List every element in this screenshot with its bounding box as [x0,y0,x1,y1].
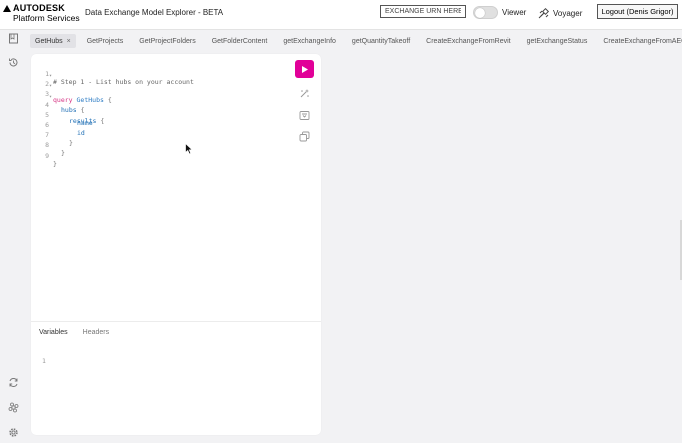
mouse-pointer-icon [185,143,193,155]
operation-tabs: GetHubs × GetProjects GetProjectFolders G… [26,30,682,52]
voyager-label: Voyager [553,8,583,18]
code-line: 8 } [31,133,291,157]
merge-fragments-icon[interactable] [299,110,310,121]
code-line: 6 id [31,113,291,137]
tab-label: GetHubs [35,37,63,45]
tab-getexchangeinfo[interactable]: getExchangeInfo [278,34,341,48]
app-title: Data Exchange Model Explorer - BETA [85,8,224,17]
exchange-urn-input[interactable] [380,5,466,18]
tab-variables[interactable]: Variables [39,329,68,336]
prettify-icon[interactable] [299,88,310,99]
fold-arrow-icon[interactable]: ▾ [49,73,52,79]
code-line: 7 } [31,123,291,147]
toggle-knob [475,8,485,18]
tab-headers[interactable]: Headers [83,329,109,336]
app-header: AUTODESK Platform Services Data Exchange… [0,0,682,30]
code-line: 9 } [31,144,291,168]
tab-getquantitytakeoff[interactable]: getQuantityTakeoff [347,34,415,48]
tab-getexchangestatus[interactable]: getExchangeStatus [522,34,593,48]
refetch-icon[interactable] [7,376,19,388]
tab-createexchangefromrevit[interactable]: CreateExchangeFromRevit [421,34,515,48]
autodesk-logo-icon [3,5,11,12]
code-line: 4 ▾ results { [31,93,291,125]
viewer-toggle[interactable] [473,6,498,19]
variables-headers-tabs: Variables Headers [39,329,124,336]
fold-arrow-icon[interactable]: ▾ [49,94,52,100]
code-line: 2 ▾ query GetHubs { [31,72,291,104]
copy-icon[interactable] [299,131,310,142]
shortcut-icon[interactable] [7,401,19,413]
editor-divider[interactable] [31,321,321,322]
tab-getfoldercontent[interactable]: GetFolderContent [207,34,273,48]
autodesk-logo[interactable]: AUTODESK Platform Services [3,3,80,25]
code-line: 3 ▾ hubs { [31,82,291,114]
tab-createexchangefromaec[interactable]: CreateExchangeFromAEC [598,34,682,48]
logout-button[interactable]: Logout (Denis Grigor) [597,4,678,19]
tab-gethubs[interactable]: GetHubs × [30,34,76,48]
tab-getprojectfolders[interactable]: GetProjectFolders [134,34,200,48]
voyager-button[interactable]: Voyager [538,5,582,21]
settings-icon[interactable] [7,426,19,438]
run-query-button[interactable] [295,60,314,78]
history-icon[interactable] [7,56,19,68]
close-icon[interactable]: × [67,38,71,45]
docs-icon[interactable] [7,32,19,44]
fold-arrow-icon[interactable]: ▾ [49,83,52,89]
line-number: 9 [45,151,49,160]
query-editor[interactable]: 1 # Step 1 - List hubs on your account 2… [31,62,291,168]
code-line: 1 # Step 1 - List hubs on your account [31,62,291,86]
query-editor-panel: 1 # Step 1 - List hubs on your account 2… [31,54,321,435]
viewer-label: Viewer [502,8,527,17]
satellite-icon [538,7,550,19]
code-brace: } [53,159,57,168]
logo-subtitle: Platform Services [13,13,80,23]
tab-getprojects[interactable]: GetProjects [82,34,129,48]
variables-editor[interactable]: 1 [42,357,46,365]
left-sidebar [0,30,26,443]
play-icon [302,65,308,73]
logo-brand: AUTODESK [13,3,65,13]
code-line: 5 name [31,103,291,127]
